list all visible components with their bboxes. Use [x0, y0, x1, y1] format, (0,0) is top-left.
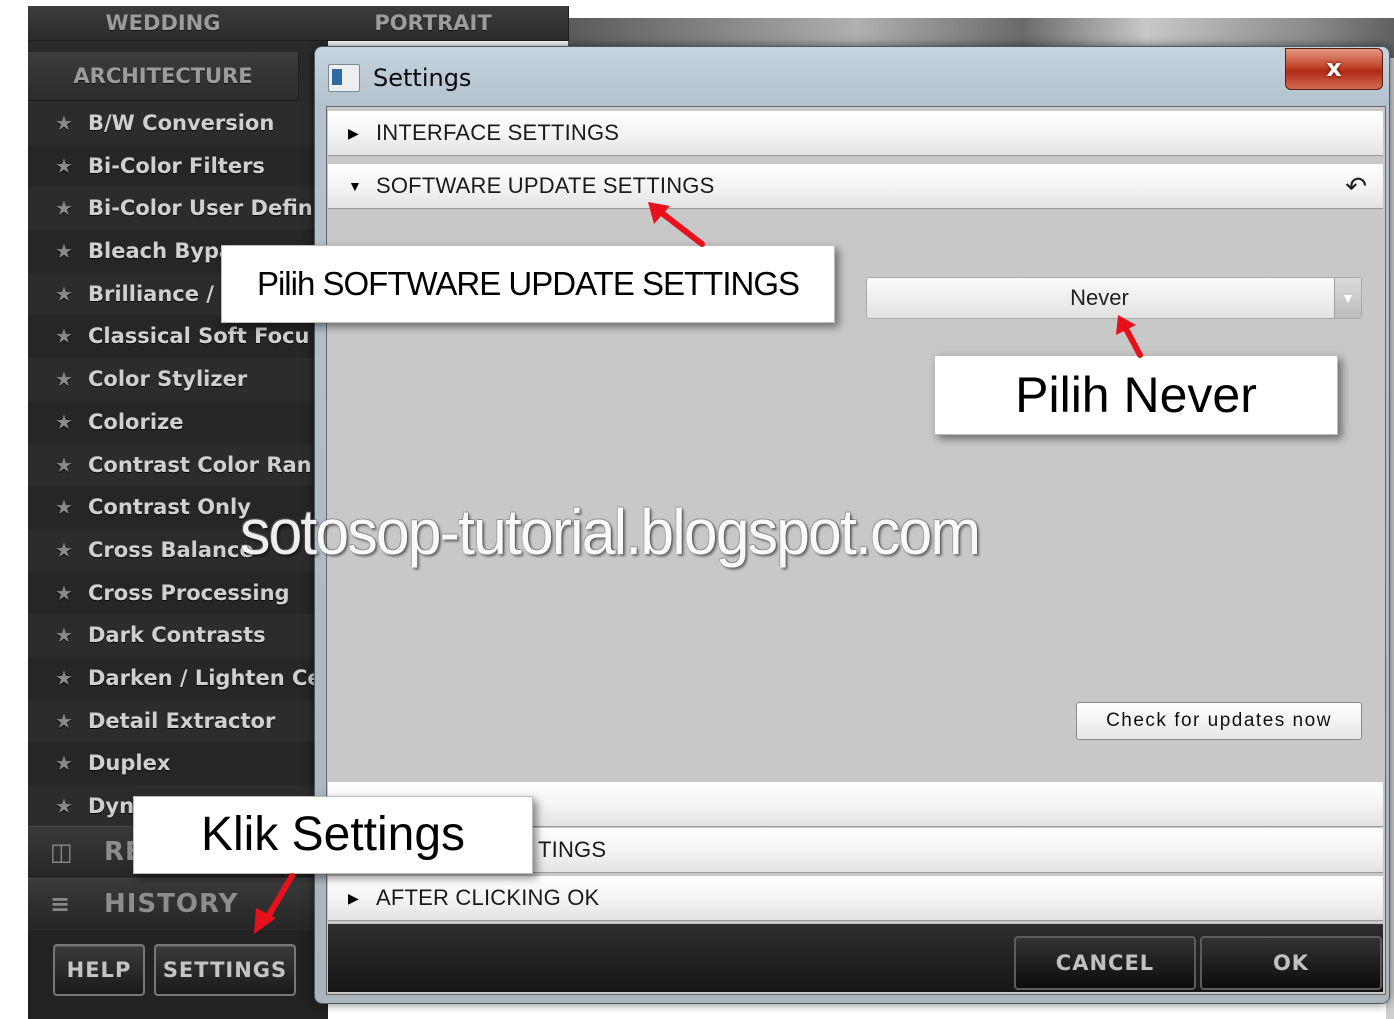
update-frequency-value: Never — [1070, 285, 1129, 310]
undo-icon[interactable]: ↶ — [1345, 164, 1367, 208]
cancel-button[interactable]: CANCEL — [1014, 936, 1196, 990]
filter-item[interactable]: ★ Detail Extractor — [28, 699, 328, 743]
filter-item[interactable]: ★ Color Stylizer — [28, 358, 328, 401]
chevron-right-icon: ▶ — [348, 890, 359, 906]
filter-item[interactable]: ★ Contrast Color Ran — [28, 443, 328, 487]
filter-label: Duplex — [88, 751, 171, 776]
tab-wedding[interactable]: WEDDING — [28, 6, 299, 41]
star-icon[interactable]: ★ — [55, 401, 73, 444]
screenshot-frame: WEDDING PORTRAIT ARCHITECTURE ★ B/W Conve… — [0, 0, 1394, 1019]
filter-label: Bi-Color User Defin — [88, 196, 313, 221]
filter-item[interactable]: ★ Cross Processing — [28, 571, 328, 615]
close-button[interactable]: x — [1285, 48, 1383, 90]
filter-label: Cross Balance — [88, 537, 254, 562]
watermark: sotosop-tutorial.blogspot.com — [240, 496, 981, 568]
filter-item[interactable]: ★ Bi-Color User Defin — [28, 187, 328, 231]
help-button[interactable]: HELP — [53, 944, 145, 996]
filter-label: Contrast Only — [88, 495, 251, 520]
filter-label: Darken / Lighten Ce — [88, 665, 322, 690]
recent-icon: ◫ — [50, 838, 73, 866]
interface-settings-header[interactable]: ▶ INTERFACE SETTINGS — [328, 111, 1383, 156]
filter-label: Bleach Bypa — [88, 239, 234, 264]
star-icon[interactable]: ★ — [55, 742, 73, 785]
settings-button[interactable]: SETTINGS — [154, 944, 296, 996]
filter-item[interactable]: ★ Bi-Color Filters — [28, 144, 328, 188]
star-icon[interactable]: ★ — [55, 145, 73, 188]
history-section[interactable]: ≡ HISTORY — [28, 878, 328, 929]
filter-label: Color Stylizer — [88, 367, 248, 392]
star-icon[interactable]: ★ — [55, 657, 73, 700]
filter-item[interactable]: ★ Colorize — [28, 400, 328, 444]
callout-never: Pilih Never — [934, 355, 1338, 435]
star-icon[interactable]: ★ — [55, 444, 73, 487]
star-icon[interactable]: ★ — [55, 700, 73, 743]
filter-item[interactable]: ★ Darken / Lighten Ce — [28, 656, 328, 700]
check-for-updates-button[interactable]: Check for updates now — [1076, 702, 1362, 740]
callout-software-update: Pilih SOFTWARE UPDATE SETTINGS — [221, 245, 835, 323]
chevron-right-icon: ▶ — [348, 125, 359, 141]
star-icon[interactable]: ★ — [55, 358, 73, 401]
star-icon[interactable]: ★ — [55, 785, 73, 828]
filter-list: ★ B/W Conversion ★ Bi-Color Filters ★ Bi-Colo… — [28, 102, 328, 828]
filter-label: Bi-Color Filters — [88, 153, 265, 178]
star-icon[interactable]: ★ — [55, 529, 73, 572]
after-clicking-ok-label: AFTER CLICKING OK — [376, 885, 600, 910]
star-icon[interactable]: ★ — [55, 102, 73, 145]
interface-settings-label: INTERFACE SETTINGS — [376, 120, 620, 145]
ok-button[interactable]: OK — [1200, 936, 1382, 990]
software-update-settings-header[interactable]: ▼ SOFTWARE UPDATE SETTINGS ↶ — [328, 164, 1383, 209]
filter-label: Colorize — [88, 409, 184, 434]
dialog-title: Settings — [373, 64, 472, 92]
software-update-settings-label: SOFTWARE UPDATE SETTINGS — [376, 173, 715, 198]
history-label: HISTORY — [104, 889, 239, 919]
filter-label: Contrast Color Ran — [88, 452, 312, 477]
star-icon[interactable]: ★ — [55, 572, 73, 615]
history-icon: ≡ — [50, 890, 71, 918]
update-frequency-select[interactable]: Never ▼ — [866, 277, 1362, 319]
tab-portrait[interactable]: PORTRAIT — [298, 6, 569, 41]
star-icon[interactable]: ★ — [55, 230, 73, 273]
star-icon[interactable]: ★ — [55, 486, 73, 529]
filter-label: Detail Extractor — [88, 708, 276, 733]
settings-section-label: TINGS — [538, 837, 607, 862]
filter-item[interactable]: ★ Duplex — [28, 742, 328, 785]
callout-settings: Klik Settings — [133, 796, 533, 874]
star-icon[interactable]: ★ — [55, 614, 73, 657]
dropdown-arrow-icon[interactable]: ▼ — [1334, 278, 1361, 318]
filter-item[interactable]: ★ B/W Conversion — [28, 102, 328, 145]
star-icon[interactable]: ★ — [55, 273, 73, 316]
filter-label: Dark Contrasts — [88, 623, 266, 648]
star-icon[interactable]: ★ — [55, 187, 73, 230]
filter-label: B/W Conversion — [88, 111, 275, 135]
chevron-down-icon: ▼ — [348, 178, 362, 194]
after-clicking-ok-header[interactable]: ▶ AFTER CLICKING OK — [328, 876, 1383, 921]
filter-item[interactable]: ★ Dark Contrasts — [28, 614, 328, 657]
app-window-icon — [328, 64, 360, 92]
filter-label: Dyn — [88, 794, 135, 818]
tab-architecture[interactable]: ARCHITECTURE — [28, 52, 299, 101]
filter-label: Cross Processing — [88, 580, 290, 605]
star-icon[interactable]: ★ — [55, 315, 73, 358]
